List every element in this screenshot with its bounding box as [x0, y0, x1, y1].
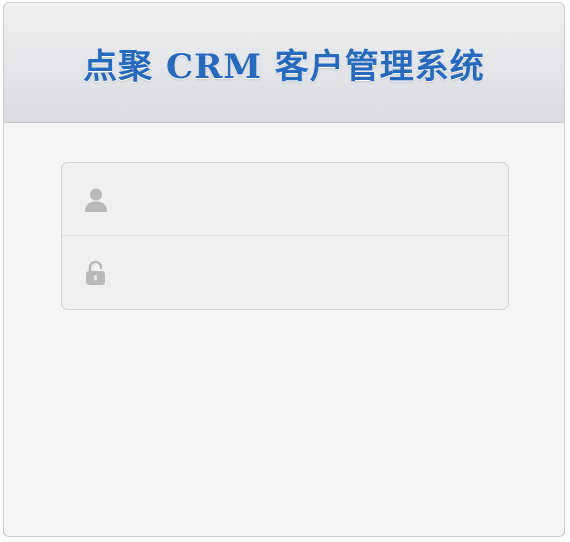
- password-row: [62, 236, 508, 309]
- password-input[interactable]: [122, 246, 492, 298]
- login-header: 点聚 CRM 客户管理系统: [4, 3, 564, 123]
- login-form: [61, 162, 509, 310]
- username-input[interactable]: [122, 173, 492, 225]
- app-title: 点聚 CRM 客户管理系统: [83, 47, 485, 87]
- user-icon: [82, 186, 110, 214]
- lock-icon: [82, 259, 110, 287]
- username-row: [62, 163, 508, 236]
- login-panel: 点聚 CRM 客户管理系统: [3, 2, 565, 537]
